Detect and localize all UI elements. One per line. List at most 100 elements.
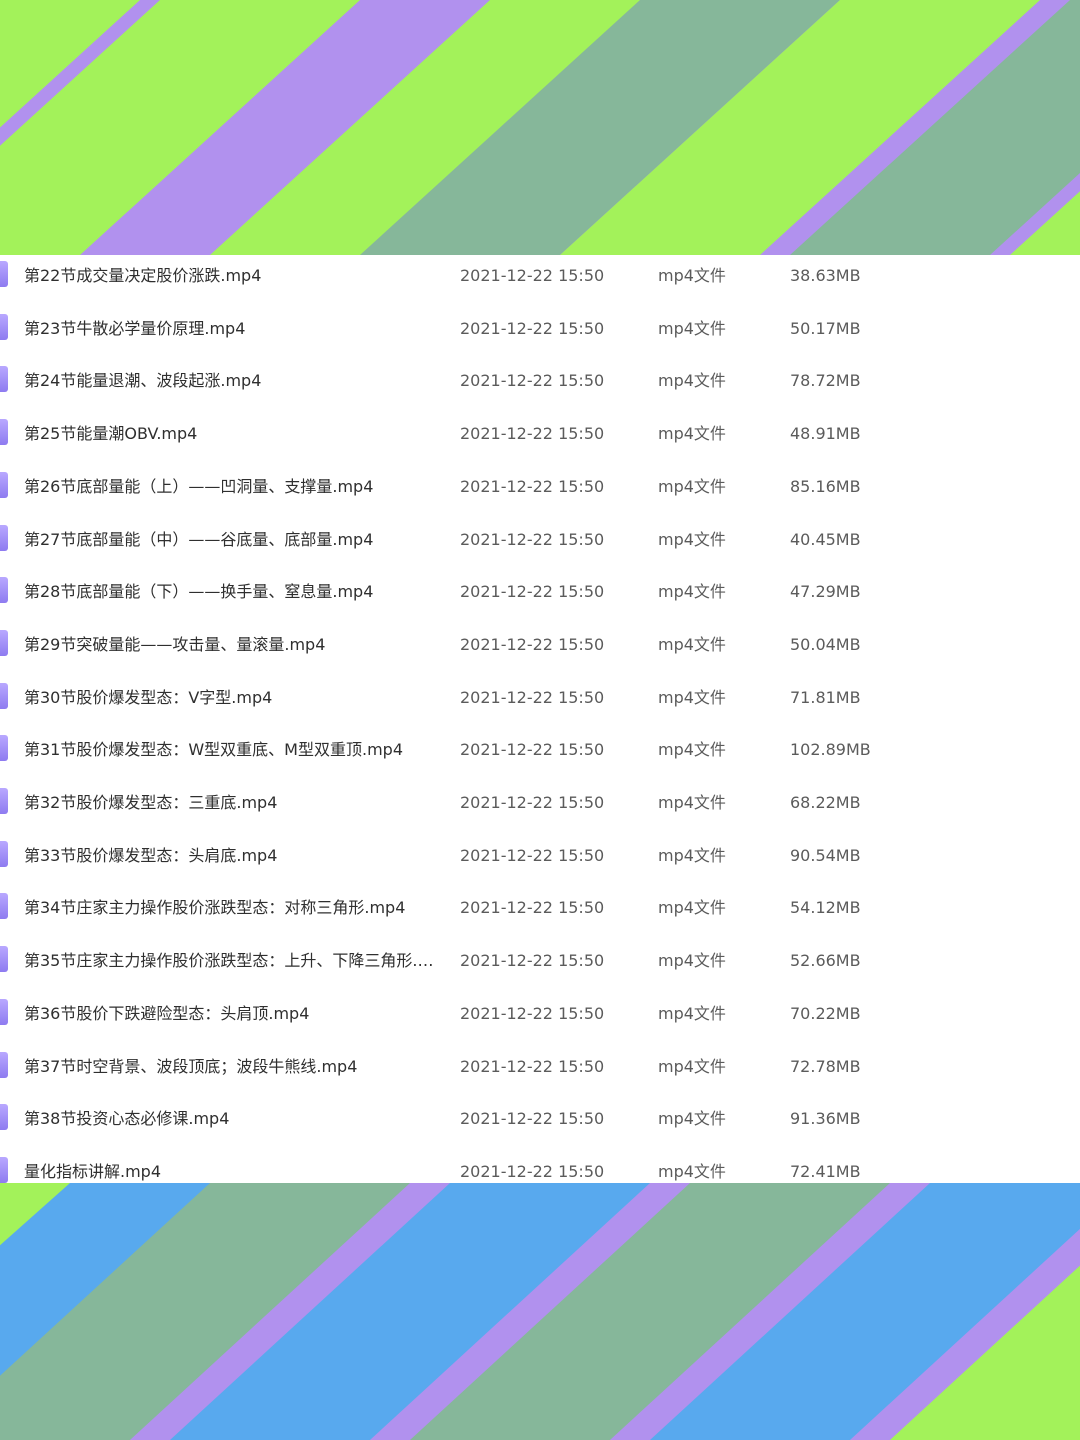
video-file-icon [0,1156,8,1183]
file-modified-date: 2021-12-22 15:50 [460,424,605,444]
file-size: 90.54MB [790,845,861,865]
video-file-icon [0,682,8,709]
file-name: 第35节庄家主力操作股价涨跌型态：上升、下降三角形.m... [24,951,444,971]
video-file-icon [0,577,8,604]
file-list: 第22节成交量决定股价涨跌.mp4 2021-12-22 15:50 mp4文件 38… [0,255,1080,1183]
file-name: 第27节底部量能（中）——谷底量、底部量.mp4 [24,529,374,549]
file-row[interactable]: 量化指标讲解.mp4 2021-12-22 15:50 mp4文件 72.41MB [0,1151,1080,1183]
video-file-icon [0,419,8,446]
file-size: 102.89MB [790,740,871,760]
file-row[interactable]: 第28节底部量能（下）——换手量、窒息量.mp4 2021-12-22 15:50… [0,571,1080,623]
file-size: 52.66MB [790,951,861,971]
file-name: 第23节牛散必学量价原理.mp4 [24,318,246,338]
file-size: 40.45MB [790,529,861,549]
file-modified-date: 2021-12-22 15:50 [460,634,605,654]
file-name: 第33节股价爆发型态：头肩底.mp4 [24,845,278,865]
file-row[interactable]: 第35节庄家主力操作股价涨跌型态：上升、下降三角形.m... 2021-12-22… [0,940,1080,992]
file-type: mp4文件 [658,318,726,338]
file-name: 第26节底部量能（上）——凹洞量、支撑量.mp4 [24,476,374,496]
file-name: 第22节成交量决定股价涨跌.mp4 [24,266,262,285]
file-size: 50.04MB [790,634,861,654]
file-row[interactable]: 第29节突破量能——攻击量、量滚量.mp4 2021-12-22 15:50 mp4… [0,624,1080,676]
file-row[interactable]: 第33节股价爆发型态：头肩底.mp4 2021-12-22 15:50 mp4文件 9… [0,835,1080,887]
file-type: mp4文件 [658,529,726,549]
bottom-decorative-stripes [0,1183,1080,1440]
file-modified-date: 2021-12-22 15:50 [460,687,605,707]
file-row[interactable]: 第32节股价爆发型态：三重底.mp4 2021-12-22 15:50 mp4文件 6… [0,782,1080,834]
video-file-icon [0,313,8,340]
file-row[interactable]: 第22节成交量决定股价涨跌.mp4 2021-12-22 15:50 mp4文件 38… [0,255,1080,307]
video-file-icon [0,840,8,867]
file-modified-date: 2021-12-22 15:50 [460,793,605,812]
top-stripes-graphic [0,0,1080,255]
video-file-icon [0,261,8,287]
video-file-icon [0,946,8,973]
file-name: 量化指标讲解.mp4 [24,1161,162,1181]
file-name: 第34节庄家主力操作股价涨跌型态：对称三角形.mp4 [24,898,406,918]
file-name: 第30节股价爆发型态：V字型.mp4 [24,687,273,707]
file-row[interactable]: 第27节底部量能（中）——谷底量、底部量.mp4 2021-12-22 15:50… [0,519,1080,571]
file-modified-date: 2021-12-22 15:50 [460,1161,605,1181]
file-type: mp4文件 [658,687,726,707]
file-name: 第38节投资心态必修课.mp4 [24,1109,230,1129]
file-modified-date: 2021-12-22 15:50 [460,845,605,865]
file-size: 71.81MB [790,687,861,707]
file-row[interactable]: 第34节庄家主力操作股价涨跌型态：对称三角形.mp4 2021-12-22 15:… [0,887,1080,939]
file-type: mp4文件 [658,898,726,918]
file-size: 72.78MB [790,1056,861,1076]
file-size: 72.41MB [790,1161,861,1181]
file-type: mp4文件 [658,424,726,444]
file-type: mp4文件 [658,1056,726,1076]
file-size: 47.29MB [790,582,861,602]
file-size: 50.17MB [790,318,861,338]
file-row[interactable]: 第31节股价爆发型态：W型双重底、M型双重顶.mp4 2021-12-22 15:… [0,729,1080,781]
video-file-icon [0,893,8,920]
video-file-icon [0,629,8,656]
file-name: 第36节股价下跌避险型态：头肩顶.mp4 [24,1003,310,1023]
video-file-icon [0,471,8,498]
file-name: 第28节底部量能（下）——换手量、窒息量.mp4 [24,582,374,602]
file-modified-date: 2021-12-22 15:50 [460,740,605,760]
file-type: mp4文件 [658,951,726,971]
file-type: mp4文件 [658,371,726,391]
file-row[interactable]: 第38节投资心态必修课.mp4 2021-12-22 15:50 mp4文件 91.3… [0,1098,1080,1150]
file-type: mp4文件 [658,793,726,812]
file-type: mp4文件 [658,266,726,285]
file-modified-date: 2021-12-22 15:50 [460,476,605,496]
file-row[interactable]: 第26节底部量能（上）——凹洞量、支撑量.mp4 2021-12-22 15:50… [0,466,1080,518]
file-size: 91.36MB [790,1109,861,1129]
file-row[interactable]: 第37节时空背景、波段顶底；波段牛熊线.mp4 2021-12-22 15:50 m… [0,1046,1080,1098]
file-size: 68.22MB [790,793,861,812]
bottom-stripes-graphic [0,1183,1080,1440]
file-name: 第32节股价爆发型态：三重底.mp4 [24,793,278,812]
file-row[interactable]: 第36节股价下跌避险型态：头肩顶.mp4 2021-12-22 15:50 mp4文… [0,993,1080,1045]
file-row[interactable]: 第24节能量退潮、波段起涨.mp4 2021-12-22 15:50 mp4文件 78… [0,360,1080,412]
file-type: mp4文件 [658,1109,726,1129]
file-size: 85.16MB [790,476,861,496]
file-name: 第37节时空背景、波段顶底；波段牛熊线.mp4 [24,1056,358,1076]
video-file-icon [0,1104,8,1131]
file-row[interactable]: 第23节牛散必学量价原理.mp4 2021-12-22 15:50 mp4文件 50.… [0,308,1080,360]
file-row[interactable]: 第25节能量潮OBV.mp4 2021-12-22 15:50 mp4文件 48.91… [0,413,1080,465]
file-type: mp4文件 [658,476,726,496]
file-modified-date: 2021-12-22 15:50 [460,1056,605,1076]
file-type: mp4文件 [658,582,726,602]
file-modified-date: 2021-12-22 15:50 [460,371,605,391]
file-row[interactable]: 第30节股价爆发型态：V字型.mp4 2021-12-22 15:50 mp4文件 7… [0,677,1080,729]
file-size: 78.72MB [790,371,861,391]
file-modified-date: 2021-12-22 15:50 [460,898,605,918]
file-name: 第31节股价爆发型态：W型双重底、M型双重顶.mp4 [24,740,403,760]
file-name: 第29节突破量能——攻击量、量滚量.mp4 [24,634,326,654]
file-size: 38.63MB [790,266,861,285]
file-modified-date: 2021-12-22 15:50 [460,1109,605,1129]
file-name: 第24节能量退潮、波段起涨.mp4 [24,371,262,391]
file-modified-date: 2021-12-22 15:50 [460,529,605,549]
video-file-icon [0,788,8,814]
file-type: mp4文件 [658,1161,726,1181]
file-size: 70.22MB [790,1003,861,1023]
file-name: 第25节能量潮OBV.mp4 [24,424,198,444]
file-size: 54.12MB [790,898,861,918]
video-file-icon [0,735,8,762]
file-size: 48.91MB [790,424,861,444]
file-modified-date: 2021-12-22 15:50 [460,266,605,285]
